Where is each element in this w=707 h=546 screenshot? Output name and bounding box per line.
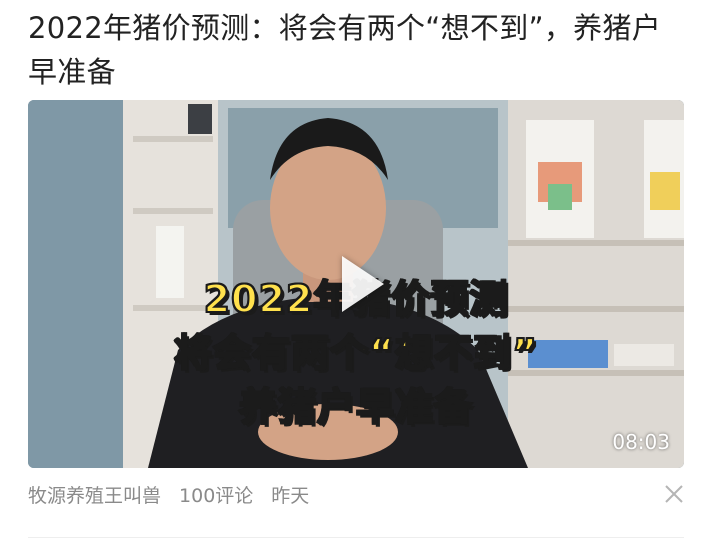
- video-thumbnail[interactable]: 2022年猪价预测 将会有两个“想不到” 养猪户早准备 08:03: [28, 100, 684, 468]
- close-icon[interactable]: [662, 482, 686, 506]
- caption-line-3: 养猪户早准备: [238, 384, 473, 430]
- comment-count[interactable]: 100评论: [179, 481, 253, 508]
- caption-line-2: 将会有两个“想不到”: [173, 330, 538, 376]
- article-meta: 牧源养殖王叫兽 100评论 昨天: [28, 480, 327, 508]
- article-title[interactable]: 2022年猪价预测：将会有两个“想不到”，养猪户早准备: [28, 6, 688, 94]
- close-icon-glyph: [665, 485, 683, 503]
- publish-time: 昨天: [271, 484, 310, 507]
- divider: [28, 537, 684, 538]
- video-duration: 08:03: [612, 430, 670, 454]
- author-name[interactable]: 牧源养殖王叫兽: [28, 481, 161, 508]
- play-icon[interactable]: [342, 256, 384, 312]
- feed-card[interactable]: 2022年猪价预测：将会有两个“想不到”，养猪户早准备 2022年猪价预测 将会…: [0, 0, 707, 546]
